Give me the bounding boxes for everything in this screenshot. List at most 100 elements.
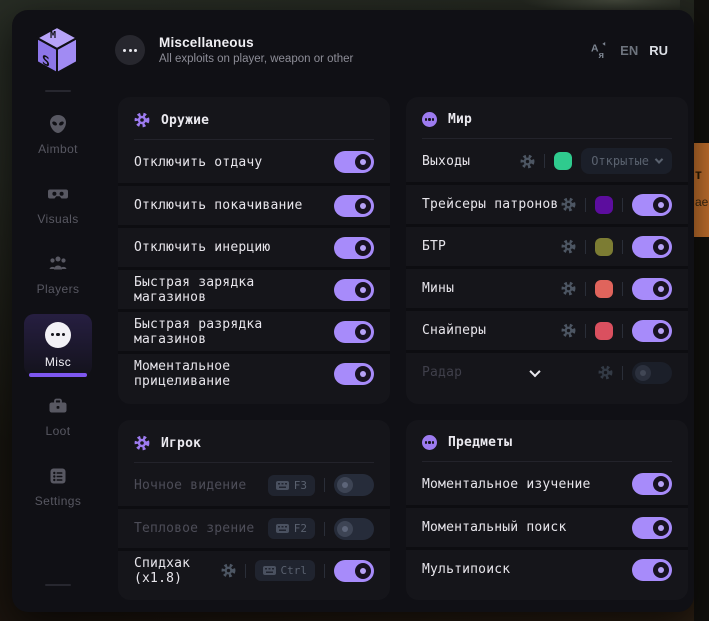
panel-header: Игрок: [118, 420, 390, 462]
sidebar-item-misc[interactable]: Misc: [24, 314, 92, 377]
gear-icon[interactable]: [598, 365, 613, 380]
setting-row: Мины: [406, 266, 688, 308]
setting-row: Быстрая зарядка магазинов: [118, 267, 390, 309]
toggle-inertia[interactable]: [334, 236, 374, 259]
hotkey-label: F3: [293, 478, 307, 492]
sidebar-item-players[interactable]: Players: [24, 244, 92, 304]
gear-icon[interactable]: [520, 154, 535, 169]
panel-divider: [134, 462, 374, 463]
chevron-down-icon: [528, 365, 541, 377]
background-edge: [694, 0, 709, 621]
language-en-button[interactable]: EN: [620, 43, 638, 58]
fragment-text: ае: [695, 195, 709, 210]
hotkey-badge[interactable]: Ctrl: [254, 560, 315, 581]
language-switcher: A я EN RU: [590, 41, 668, 60]
toggle-thermal[interactable]: [334, 517, 374, 540]
translate-icon: A я: [591, 41, 606, 60]
toggle-nightvision[interactable]: [334, 474, 374, 496]
gear-icon[interactable]: [561, 197, 576, 212]
toggle-instant-examine[interactable]: [632, 473, 672, 495]
svg-text:G: G: [62, 25, 70, 26]
panel-items: Предметы Моментальное изучение Моменталь…: [406, 420, 688, 600]
setting-row: Тепловое зрение F2: [118, 506, 390, 548]
panel-title: Предметы: [448, 435, 513, 450]
main-content: Оружие Отключить отдачу Отключить покачи…: [104, 90, 694, 612]
panel-header: Предметы: [406, 420, 688, 461]
setting-row: Мультипоиск: [406, 547, 688, 589]
svg-text:M: M: [50, 30, 56, 41]
page-heading: Miscellaneous All exploits on player, we…: [159, 35, 353, 65]
expand-radar-button[interactable]: [497, 365, 598, 377]
setting-row: Ночное видение F3: [118, 464, 390, 506]
setting-row: Спидхак (x1.8) Ctrl: [118, 548, 390, 590]
toggle-fast-reload[interactable]: [334, 278, 374, 301]
sidebar-item-settings[interactable]: Settings: [24, 456, 92, 516]
toggle-instant-search[interactable]: [632, 516, 672, 539]
setting-row: Трейсеры патронов: [406, 182, 688, 224]
panel-title: Мир: [448, 112, 473, 127]
toggle-recoil[interactable]: [334, 151, 374, 173]
color-swatch[interactable]: [595, 321, 613, 340]
setting-label: Отключить отдачу: [134, 154, 263, 170]
color-swatch[interactable]: [595, 237, 613, 256]
setting-label: Ночное видение: [134, 477, 247, 493]
setting-label: Мины: [422, 281, 455, 296]
toggle-sway[interactable]: [334, 194, 374, 217]
color-swatch[interactable]: [595, 279, 613, 298]
color-swatch[interactable]: [595, 195, 613, 214]
toggle-btr[interactable]: [632, 235, 672, 258]
gear-icon[interactable]: [221, 563, 236, 578]
toggle-mines[interactable]: [632, 277, 672, 300]
setting-label: Мультипоиск: [422, 562, 511, 577]
setting-row: Отключить покачивание: [118, 183, 390, 225]
setting-row: Отключить инерцию: [118, 225, 390, 267]
panel-divider: [422, 461, 672, 462]
setting-row: Выходы Открытые: [406, 140, 688, 182]
sidebar-item-label: Visuals: [37, 211, 79, 226]
svg-text:я: я: [599, 50, 605, 60]
app-logo-icon: S G M: [32, 23, 82, 77]
toggle-fast-unload[interactable]: [334, 320, 374, 343]
setting-row: Моментальный поиск: [406, 505, 688, 547]
color-swatch[interactable]: [554, 152, 573, 170]
toggle-tracers[interactable]: [632, 193, 672, 216]
toggle-radar[interactable]: [632, 361, 672, 384]
sidebar-item-label: Settings: [34, 493, 82, 508]
panel-player: Игрок Ночное видение F3 Тепловое зрение …: [118, 420, 390, 600]
list-settings-icon: [50, 468, 66, 483]
sidebar-divider: [45, 90, 71, 92]
svg-text:S: S: [42, 52, 50, 71]
toggle-snipers[interactable]: [632, 319, 672, 342]
toggle-speedhack[interactable]: [334, 559, 374, 582]
hotkey-badge[interactable]: F3: [267, 474, 315, 496]
exits-dropdown[interactable]: Открытые: [581, 148, 672, 174]
panel-header: Оружие: [118, 97, 390, 139]
panel-divider: [422, 138, 672, 139]
setting-label: Моментальный поиск: [422, 520, 567, 535]
setting-row: Отключить отдачу: [118, 141, 390, 183]
alien-icon: [50, 114, 66, 133]
language-ru-button[interactable]: RU: [649, 43, 668, 58]
sidebar-item-label: Aimbot: [38, 141, 78, 156]
dropdown-value: Открытые: [591, 154, 649, 168]
gear-icon[interactable]: [561, 239, 576, 254]
keyboard-icon: [275, 480, 289, 490]
setting-label: Тепловое зрение: [134, 521, 255, 536]
sidebar-item-loot[interactable]: Loot: [24, 386, 92, 446]
hotkey-badge[interactable]: F2: [267, 518, 315, 539]
sidebar-item-visuals[interactable]: Visuals: [24, 174, 92, 234]
setting-label: Трейсеры патронов: [422, 197, 559, 212]
page-title: Miscellaneous: [159, 35, 254, 50]
app-header: S G M Miscellaneous All exploits on play…: [12, 10, 694, 90]
sidebar-item-aimbot[interactable]: Aimbot: [24, 104, 92, 164]
setting-label: Радар: [422, 365, 463, 380]
setting-label: БТР: [422, 239, 447, 254]
background-tooltip-fragment: т ае: [694, 143, 709, 237]
toggle-multisearch[interactable]: [632, 558, 672, 581]
gear-icon[interactable]: [561, 281, 576, 296]
gear-icon[interactable]: [561, 323, 576, 338]
setting-row: Моментальное изучение: [406, 463, 688, 505]
hotkey-label: Ctrl: [280, 564, 308, 577]
section-ellipsis-icon: [115, 35, 145, 65]
toggle-instant-ads[interactable]: [334, 362, 374, 385]
